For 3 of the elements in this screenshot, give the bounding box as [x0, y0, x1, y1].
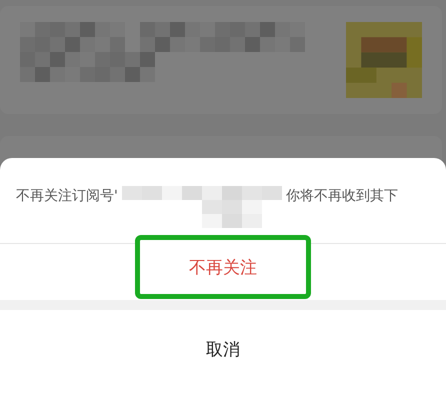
unfollow-button[interactable]: 不再关注: [135, 235, 311, 299]
message-text: 你将不再收到其下: [286, 187, 398, 206]
message-text: 不再关注订阅号': [16, 187, 118, 206]
